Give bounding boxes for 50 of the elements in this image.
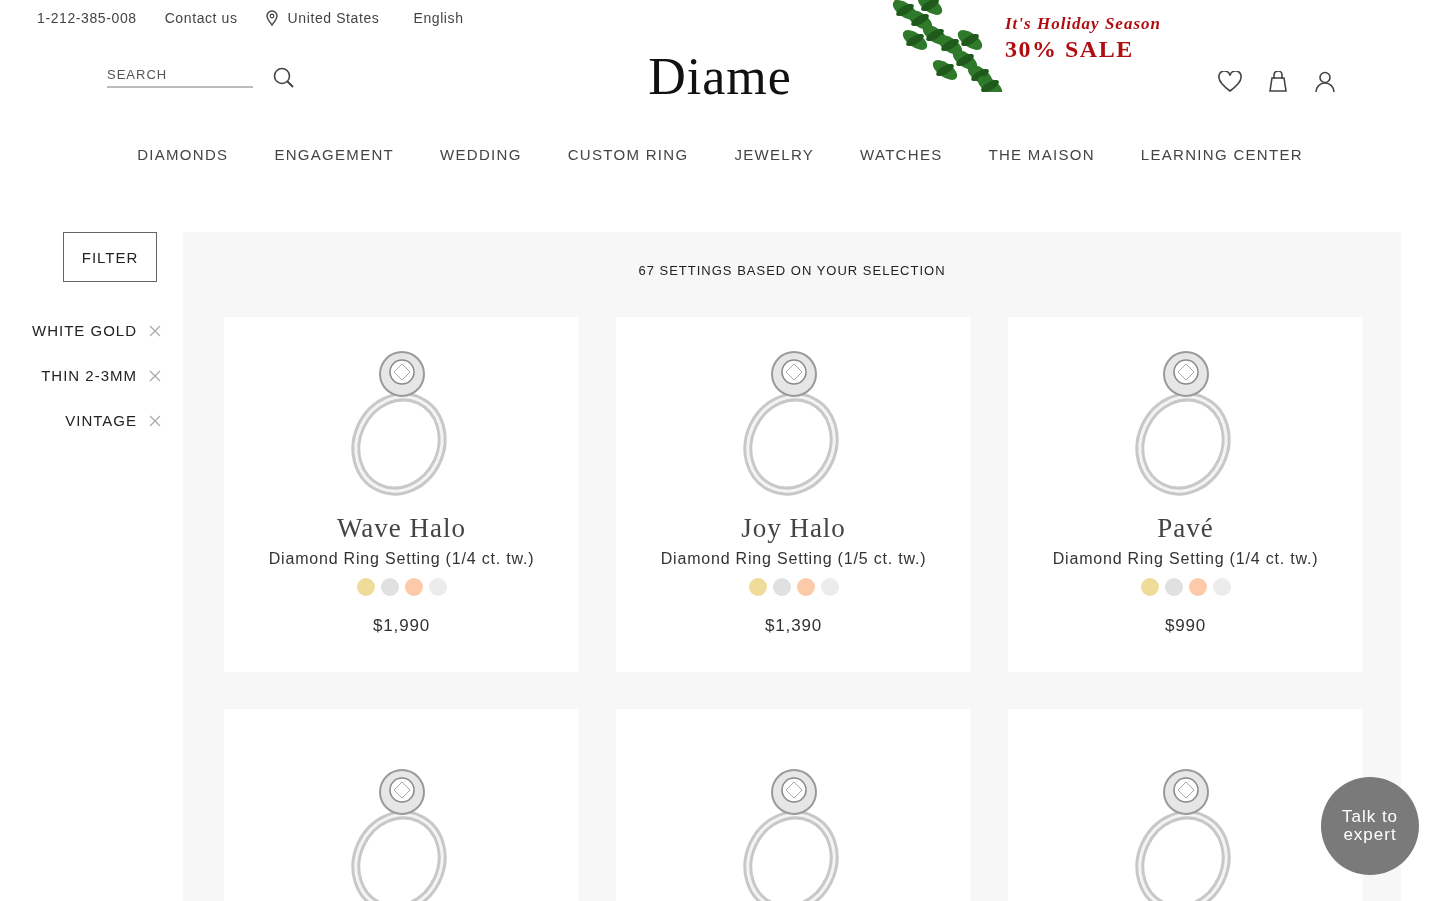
shopping-bag-icon[interactable] — [1268, 71, 1288, 93]
logo[interactable]: Diame — [648, 46, 792, 106]
promo-tagline: It's Holiday Season — [1005, 14, 1161, 34]
product-description: Diamond Ring Setting (1/5 ct. tw.) — [660, 550, 927, 568]
metal-swatch[interactable] — [356, 578, 375, 596]
metal-swatch[interactable] — [1164, 578, 1183, 596]
nav-link[interactable]: JEWELRY — [734, 145, 815, 163]
heart-icon[interactable] — [1218, 71, 1242, 93]
product-card[interactable]: Joy Halo Diamond Ring Setting (1/5 ct. tw.) $1,390 — [616, 317, 971, 672]
close-icon[interactable] — [149, 369, 161, 382]
nav-link[interactable]: THE MAISON — [988, 145, 1095, 163]
product-description: Diamond Ring Setting (1/4 ct. tw.) — [268, 550, 535, 568]
product-price: $1,390 — [765, 616, 822, 636]
metal-swatch[interactable] — [1140, 578, 1159, 596]
close-icon[interactable] — [149, 414, 161, 427]
product-description: Diamond Ring Setting (1/4 ct. tw.) — [1052, 550, 1319, 568]
sale-banner[interactable]: 30% SALE — [1005, 36, 1161, 63]
metal-swatch[interactable] — [748, 578, 767, 596]
phone-number[interactable]: 1-212-385-008 — [37, 10, 137, 26]
filter-button[interactable]: FILTER — [63, 232, 157, 282]
metal-swatch[interactable] — [380, 578, 399, 596]
nav-link[interactable]: DIAMONDS — [137, 145, 229, 163]
close-icon[interactable] — [149, 324, 161, 337]
metal-swatch[interactable] — [796, 578, 815, 596]
product-name: Wave Halo — [337, 513, 466, 544]
nav-link[interactable]: WEDDING — [440, 145, 522, 163]
user-icon[interactable] — [1314, 71, 1336, 93]
nav-link[interactable]: WATCHES — [860, 145, 943, 163]
product-name: Pavé — [1157, 513, 1214, 544]
filter-tag: THIN 2-3MM — [41, 367, 137, 384]
product-price: $1,990 — [373, 616, 430, 636]
nav-link[interactable]: ENGAGEMENT — [274, 145, 395, 163]
product-card[interactable]: Wave Halo Diamond Ring Setting (1/4 ct. tw.) $1,990 — [224, 317, 579, 672]
location-pin-icon — [265, 10, 278, 26]
search-icon[interactable] — [273, 66, 294, 88]
metal-swatch[interactable] — [1188, 578, 1207, 596]
filter-tag: VINTAGE — [65, 412, 137, 429]
product-price: $990 — [1165, 616, 1206, 636]
metal-swatch[interactable] — [772, 578, 791, 596]
search-field[interactable]: SEARCH — [107, 64, 253, 88]
product-card[interactable]: Pavé Diamond Ring Setting (1/4 ct. tw.) $990 — [1008, 317, 1363, 672]
language-selector[interactable]: English — [413, 10, 464, 26]
nav-link[interactable]: CUSTOM RING — [567, 145, 689, 163]
country-selector[interactable]: United States — [287, 10, 380, 26]
filter-tag: WHITE GOLD — [32, 322, 137, 339]
nav-link[interactable]: LEARNING CENTER — [1140, 145, 1303, 163]
metal-swatch[interactable] — [404, 578, 423, 596]
results-count: 67 SETTINGS BASED ON YOUR SELECTION — [638, 263, 946, 278]
product-name: Joy Halo — [741, 513, 846, 544]
contact-link[interactable]: Contact us — [164, 10, 238, 26]
